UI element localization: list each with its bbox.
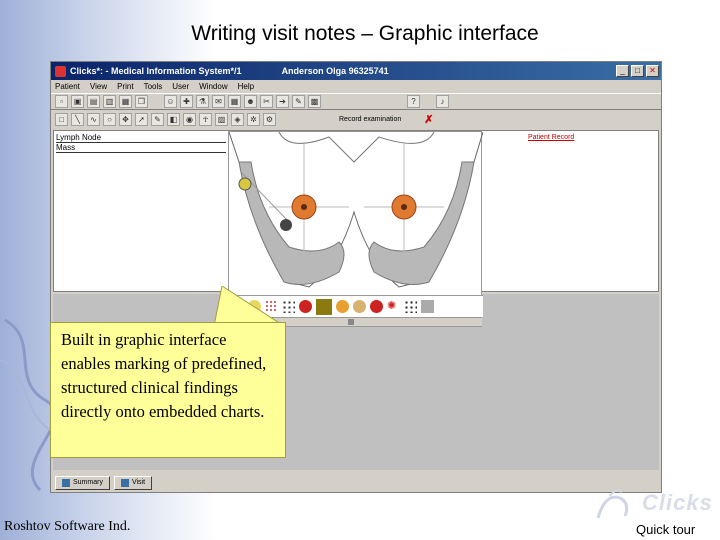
finding-item[interactable]: Lymph Node (56, 133, 226, 143)
save-icon[interactable]: ▤ (87, 95, 100, 108)
callout-tail (214, 286, 285, 326)
close-button[interactable]: ✕ (646, 65, 659, 77)
curve-icon[interactable]: ∿ (87, 112, 100, 126)
letter-icon[interactable]: ✉ (212, 95, 225, 108)
starburst-marker-icon[interactable]: ✺ (387, 300, 400, 313)
calendar-icon[interactable]: ▦ (228, 95, 241, 108)
logo-text: Clicks (642, 490, 713, 515)
cancel-icon[interactable]: ✗ (424, 113, 433, 126)
line-icon[interactable]: ╲ (71, 112, 84, 126)
record-examination-label: Record examination (339, 115, 402, 123)
minimize-button[interactable]: _ (616, 65, 629, 77)
speaker-icon[interactable]: ♪ (436, 95, 449, 108)
orange-dots-marker-icon[interactable] (336, 300, 349, 313)
patient-icon[interactable]: ☺ (164, 95, 177, 108)
tan-marker-icon[interactable] (353, 300, 366, 313)
settings-icon[interactable]: ⚙ (263, 112, 276, 126)
menu-tools[interactable]: Tools (144, 82, 163, 91)
bandage-icon[interactable]: ✚ (180, 95, 193, 108)
visit-button[interactable]: Visit (113, 476, 153, 490)
menu-print[interactable]: Print (117, 82, 133, 91)
stamp-icon[interactable]: ◈ (231, 112, 244, 126)
menu-patient[interactable]: Patient (55, 82, 80, 91)
finding-item[interactable]: Mass (56, 143, 226, 153)
flask-icon[interactable]: ⚗ (196, 95, 209, 108)
olive-square-marker-icon[interactable] (316, 298, 332, 315)
print-icon[interactable]: ▥ (103, 95, 116, 108)
summary-label: Summary (73, 479, 103, 486)
window-title: Clicks*: - Medical Information System*/1 (70, 66, 242, 76)
palette-icon[interactable]: ◉ (183, 112, 196, 126)
patient-name: Anderson Olga 96325741 (281, 66, 389, 76)
notes-icon[interactable]: ✎ (292, 95, 305, 108)
findings-list: Lymph Node Mass (56, 133, 226, 153)
main-toolbar: ▫ ▣ ▤ ▥ ▦ ❐ ☺ ✚ ⚗ ✉ ▦ ☻ ✂ ➔ ✎ ▩ ? ♪ (51, 93, 661, 110)
menu-help[interactable]: Help (238, 82, 254, 91)
taskbar: Summary Visit (53, 474, 659, 492)
slide-title: Writing visit notes – Graphic interface (191, 22, 539, 45)
visit-icon (120, 479, 129, 487)
fill-icon[interactable]: ◧ (167, 112, 180, 126)
menu-view[interactable]: View (90, 82, 107, 91)
quick-tour-label[interactable]: Quick tour (636, 522, 695, 537)
rectangle-icon[interactable]: □ (55, 112, 68, 126)
cluster-marker-icon[interactable] (404, 300, 417, 313)
new-icon[interactable]: ▫ (55, 95, 68, 108)
bug-icon[interactable]: ✲ (247, 112, 260, 126)
summary-button[interactable]: Summary (55, 476, 110, 490)
app-icon (55, 65, 66, 77)
scissors-icon[interactable]: ✂ (260, 95, 273, 108)
menu-window[interactable]: Window (199, 82, 227, 91)
open-icon[interactable]: ▣ (71, 95, 84, 108)
drawing-toolbar: □ ╲ ∿ ○ ✥ ➚ ✎ ◧ ◉ ☥ ▨ ◈ ✲ ⚙ Record exami… (51, 110, 661, 128)
preview-icon[interactable]: ▦ (119, 95, 132, 108)
gray-marker-icon[interactable] (421, 300, 434, 313)
window-titlebar[interactable]: Clicks*: - Medical Information System*/1… (51, 62, 661, 80)
callout-box: Built in graphic interface enables marki… (50, 322, 286, 458)
ellipse-icon[interactable]: ○ (103, 112, 116, 126)
maximize-button[interactable]: □ (631, 65, 644, 77)
visit-label: Visit (131, 479, 146, 486)
grid-icon[interactable]: ▩ (308, 95, 321, 108)
menu-user[interactable]: User (172, 82, 189, 91)
person-icon[interactable]: ☻ (244, 95, 257, 108)
move-icon[interactable]: ✥ (119, 112, 132, 126)
image-icon[interactable]: ▨ (215, 112, 228, 126)
arrow-icon[interactable]: ➚ (135, 112, 148, 126)
copy-icon[interactable]: ❐ (135, 95, 148, 108)
menubar: Patient View Print Tools User Window Hel… (51, 80, 661, 93)
forward-icon[interactable]: ➔ (276, 95, 289, 108)
pen-icon[interactable]: ✎ (151, 112, 164, 126)
red-circle-marker-icon[interactable] (299, 300, 312, 313)
summary-icon (62, 479, 70, 487)
company-name: Roshtov Software Ind. (4, 519, 131, 534)
patient-record-link[interactable]: Patient Record (528, 134, 574, 141)
scroll-thumb[interactable] (348, 319, 354, 325)
red-bar-marker-icon[interactable] (370, 300, 383, 313)
help-icon[interactable]: ? (407, 95, 420, 108)
bodymap-icon[interactable]: ☥ (199, 112, 212, 126)
